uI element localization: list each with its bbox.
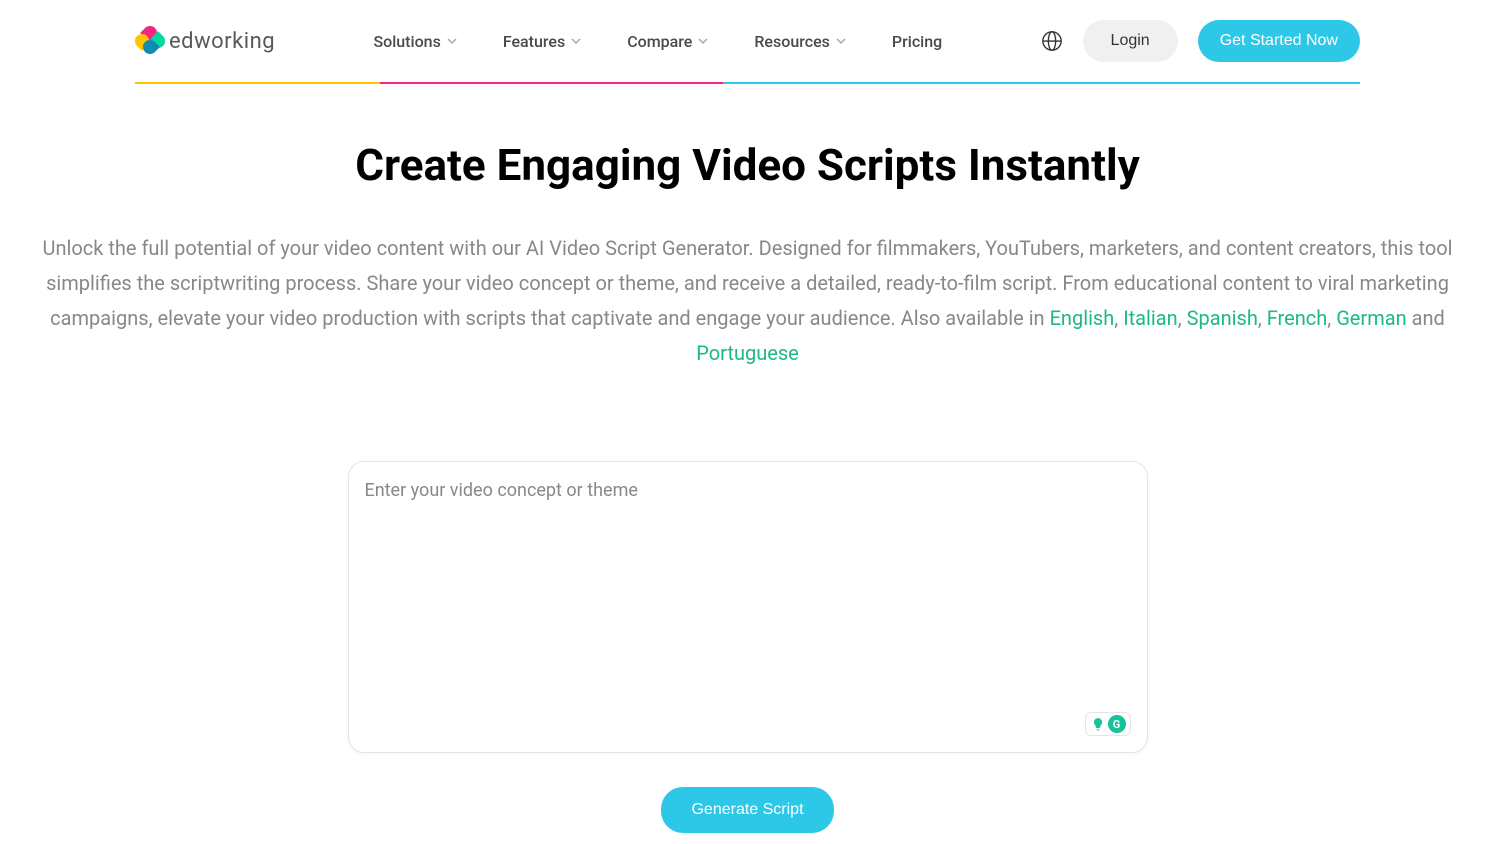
login-button[interactable]: Login [1083,20,1178,62]
nav-features[interactable]: Features [503,32,581,51]
logo-icon [135,26,165,56]
globe-icon[interactable] [1041,30,1063,52]
nav-pricing[interactable]: Pricing [892,32,942,51]
lightbulb-icon [1090,716,1106,732]
chevron-down-icon [836,38,846,44]
nav-item-label: Solutions [373,32,440,51]
nav-compare[interactable]: Compare [627,32,708,51]
lang-link-spanish[interactable]: Spanish [1187,306,1258,330]
chevron-down-icon [571,38,581,44]
nav-solutions[interactable]: Solutions [373,32,456,51]
textarea-wrapper: G [348,461,1148,753]
nav-item-label: Compare [627,32,692,51]
desc-and: and [1407,306,1445,330]
hero-section: Create Engaging Video Scripts Instantly … [0,84,1495,381]
generate-script-button[interactable]: Generate Script [661,787,833,833]
logo[interactable]: edworking [135,26,275,56]
lang-link-german[interactable]: German [1336,306,1406,330]
lang-link-english[interactable]: English [1050,306,1115,330]
main-header: edworking Solutions Features Compare Res… [0,0,1495,82]
lang-link-portuguese[interactable]: Portuguese [696,341,799,365]
hero-description: Unlock the full potential of your video … [33,231,1463,371]
header-right: Login Get Started Now [1041,20,1360,62]
grammarly-badge[interactable]: G [1085,712,1131,736]
get-started-button[interactable]: Get Started Now [1198,20,1360,62]
nav-item-label: Resources [754,32,830,51]
chevron-down-icon [698,38,708,44]
nav-resources[interactable]: Resources [754,32,846,51]
main-nav: Solutions Features Compare Resources Pri… [373,32,942,51]
lang-link-italian[interactable]: Italian [1123,306,1178,330]
logo-text: edworking [169,29,275,54]
input-section: G Generate Script [328,461,1168,833]
page-title: Create Engaging Video Scripts Instantly [30,139,1465,191]
nav-item-label: Features [503,32,565,51]
concept-input[interactable] [365,480,1131,730]
nav-item-label: Pricing [892,32,942,51]
lang-link-french[interactable]: French [1267,306,1328,330]
chevron-down-icon [447,38,457,44]
grammarly-icon: G [1108,715,1126,733]
